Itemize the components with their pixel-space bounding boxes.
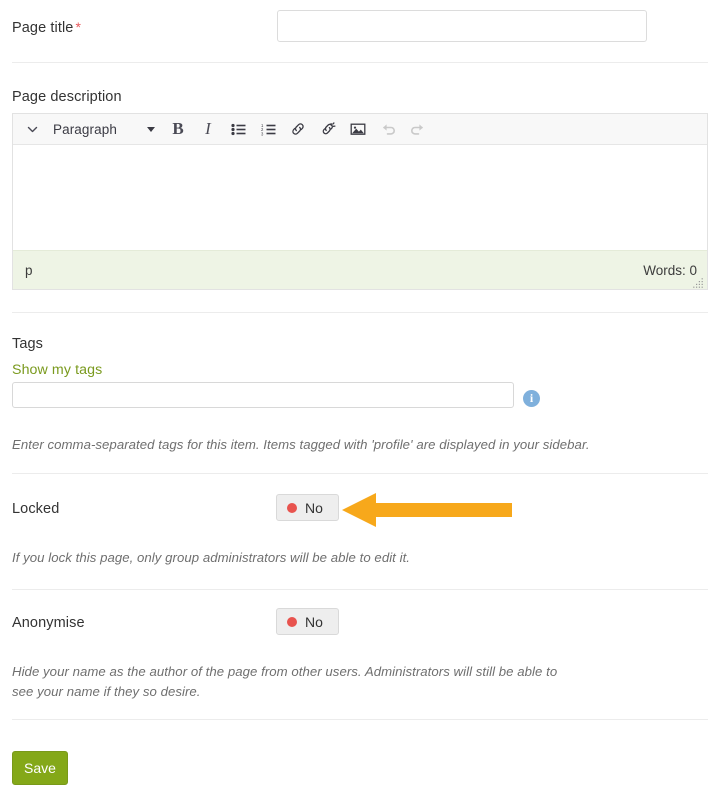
italic-button[interactable]: I: [193, 115, 223, 143]
tags-help-text: Enter comma-separated tags for this item…: [12, 437, 590, 452]
anonymise-switch[interactable]: No: [276, 608, 339, 635]
caret-down-icon: [147, 126, 155, 132]
format-select-label: Paragraph: [53, 121, 117, 137]
tags-label-row: Tags: [12, 335, 708, 353]
link-icon[interactable]: [283, 115, 313, 143]
switch-off-dot-icon: [287, 616, 297, 627]
show-my-tags-link[interactable]: Show my tags: [12, 362, 102, 378]
divider: [12, 312, 708, 313]
switch-off-dot-icon: [287, 502, 297, 513]
undo-icon[interactable]: [373, 115, 403, 143]
editor-toolbar: Paragraph B I 1 2 3: [13, 114, 707, 145]
divider: [12, 62, 708, 63]
locked-switch-label: No: [305, 499, 323, 516]
show-my-tags-row: Show my tags: [12, 361, 708, 378]
page-title-input[interactable]: [277, 10, 647, 42]
unlink-icon[interactable]: [313, 115, 343, 143]
rich-text-editor: Paragraph B I 1 2 3 p Words: 0: [12, 113, 708, 290]
anonymise-switch-label: No: [305, 613, 323, 630]
divider: [12, 719, 708, 720]
divider: [12, 473, 708, 474]
save-button[interactable]: Save: [12, 751, 68, 785]
editor-element-path[interactable]: p: [25, 263, 33, 278]
info-icon[interactable]: i: [523, 390, 540, 407]
editor-statusbar: p Words: 0: [13, 250, 707, 289]
chevron-down-icon[interactable]: [19, 115, 45, 143]
editor-resize-grip[interactable]: [693, 276, 704, 288]
locked-label-row: Locked: [12, 500, 708, 518]
numbered-list-icon[interactable]: 1 2 3: [253, 115, 283, 143]
locked-label: Locked: [12, 501, 60, 517]
page-description-label-row: Page description: [12, 88, 708, 106]
page-edit-form: Page title * Page description Paragraph B…: [0, 0, 720, 796]
anonymise-label-row: Anonymise: [12, 614, 708, 632]
editor-content-area[interactable]: [13, 145, 707, 250]
divider: [12, 589, 708, 590]
bold-button[interactable]: B: [163, 115, 193, 143]
required-indicator: *: [75, 19, 81, 35]
editor-word-count: Words: 0: [643, 262, 697, 278]
anonymise-label: Anonymise: [12, 615, 85, 631]
redo-icon[interactable]: [403, 115, 433, 143]
locked-help-text: If you lock this page, only group admini…: [12, 550, 411, 565]
svg-text:3: 3: [261, 131, 264, 136]
image-icon[interactable]: [343, 115, 373, 143]
anonymise-help-text: Hide your name as the author of the page…: [12, 664, 558, 699]
tags-input[interactable]: [12, 382, 514, 408]
locked-switch[interactable]: No: [276, 494, 339, 521]
page-description-label: Page description: [12, 89, 122, 105]
bullet-list-icon[interactable]: [223, 115, 253, 143]
tags-label: Tags: [12, 336, 44, 352]
page-title-label: Page title: [12, 20, 74, 36]
format-select[interactable]: Paragraph: [45, 115, 163, 143]
